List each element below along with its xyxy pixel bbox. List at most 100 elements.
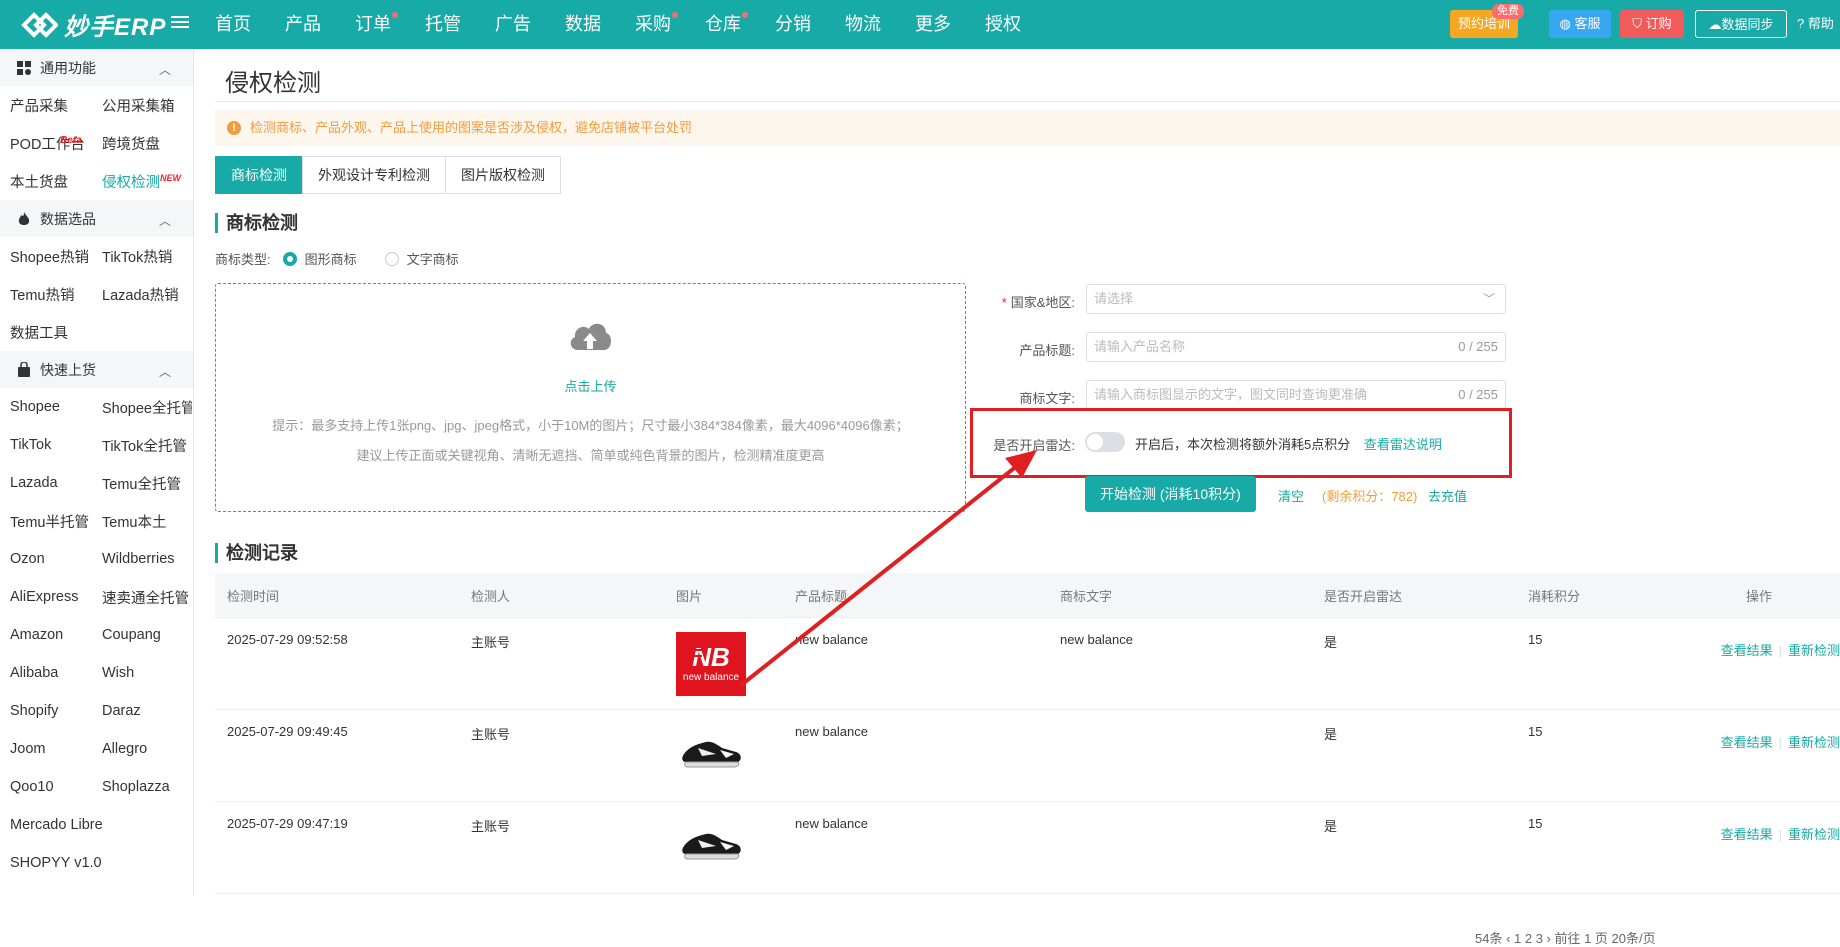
sidebar-item[interactable]: POD工作台 Beta xyxy=(0,133,92,154)
sidebar-item[interactable]: Shopee xyxy=(0,399,92,415)
subscribe-button[interactable]: ⛉ 订购 xyxy=(1620,10,1684,38)
sidebar-group-header[interactable]: 快速上货 ︿ xyxy=(0,351,193,388)
sidebar-item[interactable]: AliExpress xyxy=(0,589,92,605)
records-table: 检测时间 检测人 图片 产品标题 商标文字 是否开启雷达 消耗积分 操作 2025-07-29… xyxy=(215,573,1840,894)
sidebar-item[interactable]: Qoo10 xyxy=(0,779,92,795)
table-row: 2025-07-29 09:47:19 主账号 new balance 是 15 查看结果… xyxy=(215,802,1840,894)
mark-text-input[interactable]: 请输入商标图显示的文字，图文同时查询更准确 0 / 255 xyxy=(1086,380,1506,410)
view-result-link[interactable]: 查看结果 xyxy=(1721,735,1773,750)
help-icon: ? xyxy=(1797,16,1808,31)
pagination[interactable]: 54条 ‹ 1 2 3 › 前往 1 页 20条/页 xyxy=(1475,928,1656,947)
column-header: 商标文字 xyxy=(1060,588,1113,604)
sidebar-item[interactable]: Alibaba xyxy=(0,665,92,681)
sidebar-item[interactable]: Shoplazza xyxy=(92,779,192,795)
sidebar-item-label: Mercado Libre xyxy=(10,817,103,833)
menu-toggle-icon[interactable] xyxy=(171,13,189,31)
sidebar-item[interactable]: Daraz xyxy=(92,703,192,719)
sidebar-item[interactable]: Allegro xyxy=(92,741,192,757)
tab-trademark[interactable]: 商标检测 xyxy=(215,156,303,194)
sidebar-item[interactable]: Amazon xyxy=(0,627,92,643)
recharge-link[interactable]: 去充值 xyxy=(1428,486,1467,505)
start-detection-button[interactable]: 开始检测 (消耗10积分) xyxy=(1085,476,1256,512)
nav-item[interactable]: 物流 xyxy=(828,0,898,49)
sidebar-item-label: Temu全托管 xyxy=(102,476,181,493)
clear-button[interactable]: 清空 xyxy=(1278,486,1304,505)
sidebar-item[interactable]: 本土货盘 xyxy=(0,171,92,192)
sidebar-item[interactable]: Wildberries xyxy=(92,551,192,567)
sidebar-item[interactable]: 产品采集 xyxy=(0,95,92,116)
nav-item[interactable]: 仓库 xyxy=(688,0,758,49)
view-result-link[interactable]: 查看结果 xyxy=(1721,643,1773,658)
sidebar-group-title: 快速上货 xyxy=(40,361,96,378)
sidebar-item[interactable]: TikTok xyxy=(0,437,92,453)
help-label: 帮助 xyxy=(1807,16,1834,31)
country-select[interactable]: 请选择 ﹀ xyxy=(1086,284,1506,314)
help-button[interactable]: ? 帮助 xyxy=(1797,10,1840,38)
table-row: 2025-07-29 09:52:58 主账号 NB new balance new b… xyxy=(215,618,1840,710)
upload-link[interactable]: 点击上传 xyxy=(216,376,965,395)
upload-dropzone[interactable]: 点击上传 提示：最多支持上传1张png、jpg、jpeg格式，小于10M的图片；… xyxy=(215,283,966,512)
sidebar-item[interactable]: TikTok全托管 xyxy=(92,435,192,456)
sidebar-item[interactable]: Shopee热销 xyxy=(0,246,92,267)
view-result-link[interactable]: 查看结果 xyxy=(1721,827,1773,842)
sync-button[interactable]: ☁数据同步 xyxy=(1695,10,1787,38)
nav-item[interactable]: 托管 xyxy=(408,0,478,49)
sidebar-group-title: 数据选品 xyxy=(40,210,96,227)
sidebar-item[interactable]: Shopify xyxy=(0,703,92,719)
sidebar-item[interactable]: Temu热销 xyxy=(0,284,92,305)
sidebar-item[interactable]: Shopee全托管 xyxy=(92,397,192,418)
nav-item-label: 数据 xyxy=(565,14,601,34)
sidebar-item[interactable]: Joom xyxy=(0,741,92,757)
nav-item[interactable]: 广告 xyxy=(478,0,548,49)
sidebar-item[interactable]: 数据工具 xyxy=(0,322,92,343)
redetect-link[interactable]: 重新检测 xyxy=(1788,827,1840,842)
sidebar-item[interactable]: SHOPYY v1.0 xyxy=(0,855,102,871)
sidebar-item[interactable]: Wish xyxy=(92,665,192,681)
sidebar-item[interactable]: Temu半托管 xyxy=(0,511,92,532)
mark-type-row: 商标类型: 图形商标 文字商标 xyxy=(215,249,459,268)
sidebar-row: Temu热销 Lazada热销 xyxy=(0,275,193,313)
nav-item[interactable]: 产品 xyxy=(268,0,338,49)
cell-image[interactable] xyxy=(664,710,783,779)
radio-graphic-label: 图形商标 xyxy=(304,252,357,267)
nav-item[interactable]: 订单 xyxy=(338,0,408,49)
product-title-input[interactable]: 请输入产品名称 0 / 255 xyxy=(1086,332,1506,362)
logo-text: 妙手ERP xyxy=(64,14,167,41)
sidebar-group-header[interactable]: 数据选品 ︿ xyxy=(0,200,193,237)
sidebar-item[interactable]: Temu本土 xyxy=(92,511,192,532)
sidebar-item[interactable]: 公用采集箱 xyxy=(92,95,192,116)
logo[interactable]: 妙手ERP xyxy=(14,6,166,43)
nav-item-label: 物流 xyxy=(845,14,881,34)
nav-item[interactable]: 更多 xyxy=(898,0,968,49)
sidebar-item[interactable]: 跨境货盘 xyxy=(92,133,192,154)
sidebar-item[interactable]: Mercado Libre xyxy=(0,817,103,833)
redetect-link[interactable]: 重新检测 xyxy=(1788,643,1840,658)
sidebar-group-header[interactable]: 通用功能 ︿ xyxy=(0,49,193,86)
nav-item[interactable]: 采购 xyxy=(618,0,688,49)
sidebar-item[interactable]: 速卖通全托管 xyxy=(92,587,192,608)
sidebar-item[interactable]: Lazada热销 xyxy=(92,284,192,305)
sidebar-item[interactable]: 侵权检测 NEW xyxy=(92,171,192,192)
nav-item[interactable]: 首页 xyxy=(198,0,268,49)
sidebar: 通用功能 ︿ 产品采集 公用采集箱 POD工作台 Beta 跨境货盘 本土货盘 侵权检测 NEW 数… xyxy=(0,49,194,896)
sidebar-item-label: Lazada xyxy=(10,475,58,491)
sidebar-item[interactable]: Lazada xyxy=(0,475,92,491)
nav-item[interactable]: 分销 xyxy=(758,0,828,49)
sidebar-item[interactable]: Coupang xyxy=(92,627,192,643)
nav-item[interactable]: 数据 xyxy=(548,0,618,49)
radio-graphic-mark[interactable] xyxy=(282,251,297,266)
tab-design-patent[interactable]: 外观设计专利检测 xyxy=(302,156,446,194)
radio-text-mark[interactable] xyxy=(384,251,399,266)
nav-item[interactable]: 授权 xyxy=(968,0,1038,49)
training-button[interactable]: 预约培训 免费 xyxy=(1450,4,1524,38)
cell-image[interactable]: NB new balance xyxy=(664,618,783,699)
service-button[interactable]: ◍ 客服 xyxy=(1549,10,1611,38)
highlight-annotation-box xyxy=(970,408,1512,478)
sidebar-item[interactable]: TikTok热销 xyxy=(92,246,192,267)
tab-image-copyright[interactable]: 图片版权检测 xyxy=(445,156,561,194)
sidebar-row: POD工作台 Beta 跨境货盘 xyxy=(0,124,193,162)
sidebar-item[interactable]: Temu全托管 xyxy=(92,473,192,494)
sidebar-item[interactable]: Ozon xyxy=(0,551,92,567)
redetect-link[interactable]: 重新检测 xyxy=(1788,735,1840,750)
cell-image[interactable] xyxy=(664,802,783,871)
